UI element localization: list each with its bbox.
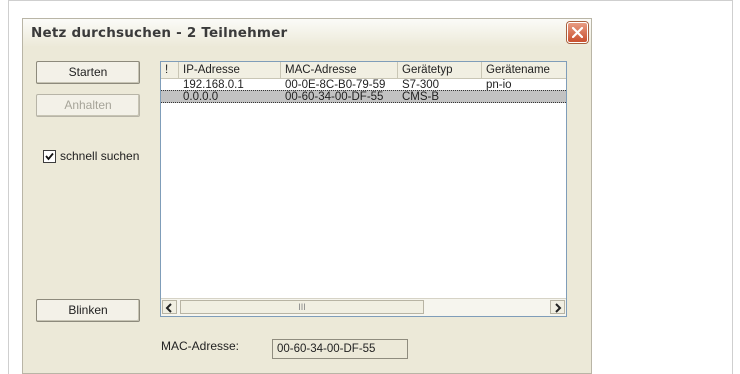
- scroll-left-button[interactable]: [162, 300, 177, 314]
- horizontal-scrollbar[interactable]: III: [161, 298, 566, 316]
- arrow-left-icon: [165, 303, 172, 313]
- mac-address-label: MAC-Adresse:: [161, 339, 240, 353]
- fast-search-label: schnell suchen: [60, 149, 140, 163]
- page-frame-top: [8, 0, 733, 1]
- list-header: ! IP-Adresse MAC-Adresse Gerätetyp Gerät…: [161, 62, 566, 79]
- column-header-type[interactable]: Gerätetyp: [398, 62, 482, 78]
- search-network-dialog: Netz durchsuchen - 2 Teilnehmer Starten …: [22, 18, 592, 374]
- fast-search-checkbox[interactable]: [43, 149, 56, 163]
- page-frame-right: [732, 0, 733, 374]
- row-ip: 0.0.0.0: [183, 91, 219, 103]
- column-header-name[interactable]: Gerätename: [482, 62, 566, 78]
- fast-search-option[interactable]: schnell suchen: [43, 149, 139, 163]
- row-mac: 00-60-34-00-DF-55: [285, 91, 384, 103]
- close-button[interactable]: [567, 22, 588, 43]
- scroll-thumb-grip: III: [298, 302, 306, 312]
- close-icon: [572, 27, 583, 38]
- column-header-mac[interactable]: MAC-Adresse: [281, 62, 398, 78]
- blink-button[interactable]: Blinken: [36, 299, 140, 322]
- mac-address-field: 00-60-34-00-DF-55: [272, 339, 408, 359]
- title-bar: Netz durchsuchen - 2 Teilnehmer: [23, 19, 591, 47]
- column-header-flag[interactable]: !: [161, 62, 179, 78]
- table-row-selected[interactable]: 0.0.0.0 00-60-34-00-DF-55 CMS-B: [161, 90, 566, 103]
- dialog-title: Netz durchsuchen - 2 Teilnehmer: [31, 25, 288, 41]
- stop-button[interactable]: Anhalten: [36, 94, 140, 117]
- scroll-right-button[interactable]: [550, 300, 565, 314]
- scroll-thumb[interactable]: III: [180, 300, 424, 314]
- row-type: CMS-B: [402, 91, 440, 103]
- column-header-ip[interactable]: IP-Adresse: [179, 62, 281, 78]
- device-list[interactable]: ! IP-Adresse MAC-Adresse Gerätetyp Gerät…: [160, 61, 567, 317]
- checkmark-icon: [45, 152, 54, 160]
- arrow-right-icon: [555, 303, 562, 313]
- page-frame-left: [8, 0, 9, 374]
- start-button[interactable]: Starten: [36, 61, 140, 84]
